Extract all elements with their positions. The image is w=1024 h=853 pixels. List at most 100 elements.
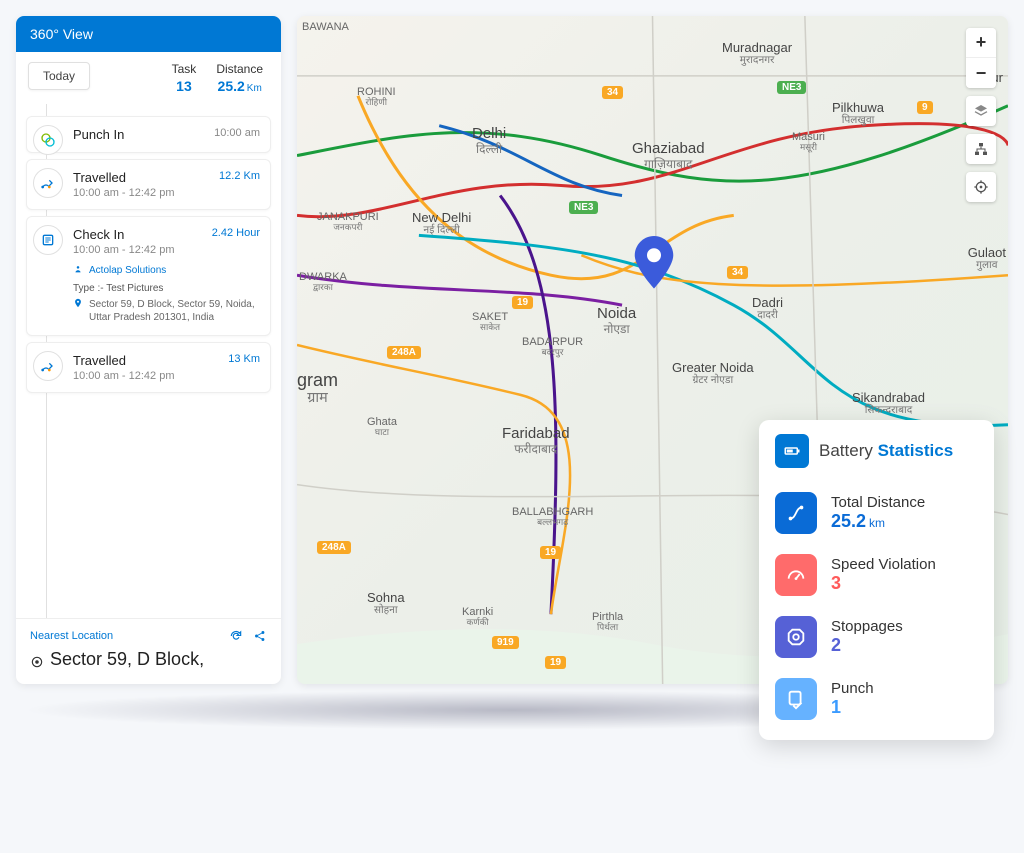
sidebar-header: 360° View xyxy=(16,16,281,52)
road-badge: 919 xyxy=(492,636,519,649)
event-right-value: 10:00 am xyxy=(214,127,260,139)
map-place-gulaot: Gulaotगुलाव xyxy=(968,246,1006,272)
stat-label: Total Distance xyxy=(831,494,925,511)
nearest-location-value: Sector 59, D Block, xyxy=(30,649,267,670)
map-place-saket: SAKETसाकेत xyxy=(472,311,508,333)
map-place-muradnagar: Muradnagarमुरादनगर xyxy=(722,41,792,67)
gauge-icon xyxy=(775,554,817,596)
road-badge: 19 xyxy=(545,656,566,669)
distance-value: 25.2Km xyxy=(216,78,263,94)
stat-label: Speed Violation xyxy=(831,556,936,573)
punch-icon xyxy=(775,678,817,720)
map-place-sikandrabad: Sikandrabadसिकन्दराबाद xyxy=(852,391,925,417)
timeline[interactable]: Punch In 10:00 am Travelled 10:00 am - 1… xyxy=(16,104,281,618)
stat-value: 1 xyxy=(831,697,874,718)
map-place-sohna: Sohnaसोहना xyxy=(367,591,405,617)
map-place-ghata: Ghataघाटा xyxy=(367,416,397,438)
map-place-gram: gramग्राम xyxy=(297,371,338,407)
road-badge: 34 xyxy=(727,266,748,279)
stat-value: 3 xyxy=(831,573,936,594)
event-travelled-2[interactable]: Travelled 10:00 am - 12:42 pm 13 Km xyxy=(26,342,271,393)
locate-button[interactable] xyxy=(966,172,996,202)
event-title: Travelled xyxy=(73,170,175,185)
event-time: 10:00 am - 12:42 pm xyxy=(73,187,175,199)
map-place-ghaziabad: Ghaziabadगाज़ियाबाद xyxy=(632,141,705,171)
event-title: Travelled xyxy=(73,353,175,368)
target-icon xyxy=(30,653,44,667)
stat-stoppages: Stoppages 2 xyxy=(775,606,978,668)
road-badge: 19 xyxy=(512,296,533,309)
event-travelled-1[interactable]: Travelled 10:00 am - 12:42 pm 12.2 Km xyxy=(26,159,271,210)
person-icon xyxy=(73,264,83,279)
event-time: 10:00 am - 12:42 pm xyxy=(73,370,175,382)
sidebar-footer: Nearest Location Sector 59, D Block, xyxy=(16,618,281,684)
type-line: Type :- Test Pictures xyxy=(73,283,260,294)
layers-button[interactable] xyxy=(966,96,996,126)
refresh-icon[interactable] xyxy=(229,629,243,643)
distance-label: Distance xyxy=(216,62,263,76)
checkin-icon xyxy=(33,225,63,255)
stat-value: 25.2km xyxy=(831,511,925,532)
event-title: Check In xyxy=(73,227,175,242)
map-place-pilkhuwa: Pilkhuwaपिलखुवा xyxy=(832,101,884,127)
road-badge: NE3 xyxy=(777,81,806,94)
stats-header: Battery Statistics xyxy=(775,434,978,468)
map-place-badarpur: BADARPURबदरपुर xyxy=(522,336,583,358)
map-place-dadri: Dadriदादरी xyxy=(752,296,783,322)
road-badge: 19 xyxy=(540,546,561,559)
summary-task: Task 13 xyxy=(166,62,203,94)
address-text: Sector 59, D Block, Sector 59, Noida, Ut… xyxy=(89,298,260,325)
task-value: 13 xyxy=(172,78,197,94)
event-details: Actolap Solutions Type :- Test Pictures … xyxy=(73,264,260,325)
hierarchy-button[interactable] xyxy=(966,134,996,164)
zoom-out-button[interactable]: − xyxy=(966,58,996,88)
map-place-masuri: Masuriमसूरी xyxy=(792,131,825,153)
stat-label: Punch xyxy=(831,680,874,697)
stat-total-distance: Total Distance 25.2km xyxy=(775,482,978,544)
summary-distance: Distance 25.2Km xyxy=(210,62,269,94)
summary-row: Today Task 13 Distance 25.2Km xyxy=(16,52,281,104)
event-right-value: 12.2 Km xyxy=(219,170,260,182)
road-badge: 248A xyxy=(387,346,421,359)
route-icon xyxy=(775,492,817,534)
task-label: Task xyxy=(172,62,197,76)
stat-value: 2 xyxy=(831,635,903,656)
zoom-in-button[interactable]: + xyxy=(966,28,996,58)
location-pin-icon xyxy=(73,298,83,313)
punch-in-icon xyxy=(33,125,63,155)
stats-panel: Battery Statistics Total Distance 25.2km… xyxy=(759,420,994,740)
map-place-pirthla: Pirthlaपिर्थला xyxy=(592,611,623,633)
nearest-location-label: Nearest Location xyxy=(30,630,113,642)
road-badge: 9 xyxy=(917,101,933,114)
map-place-delhi: Delhiदिल्ली xyxy=(472,126,506,156)
map-place-ballabhgarh: BALLABHGARHबल्लभगढ़ xyxy=(512,506,593,528)
map-place-karnki: Karnkiकर्णकी xyxy=(462,606,493,628)
event-time: 10:00 am - 12:42 pm xyxy=(73,244,175,256)
map-marker[interactable] xyxy=(633,236,675,288)
map-place-janakpuri: JANAKPURIजनकपरी xyxy=(317,211,379,233)
event-check-in[interactable]: Check In 10:00 am - 12:42 pm 2.42 Hour A… xyxy=(26,216,271,336)
today-filter-chip[interactable]: Today xyxy=(28,62,90,90)
road-badge: NE3 xyxy=(569,201,598,214)
stop-icon xyxy=(775,616,817,658)
stat-label: Stoppages xyxy=(831,618,903,635)
share-icon[interactable] xyxy=(253,629,267,643)
event-right-value: 2.42 Hour xyxy=(212,227,260,239)
map-place-newdelhi: New Delhiनई दिल्ली xyxy=(412,211,471,237)
road-badge: 248A xyxy=(317,541,351,554)
road-badge: 34 xyxy=(602,86,623,99)
map-place-rohini: ROHINIरोहिणी xyxy=(357,86,396,108)
event-punch-in[interactable]: Punch In 10:00 am xyxy=(26,116,271,153)
stats-title: Battery Statistics xyxy=(819,441,953,461)
stat-speed-violation: Speed Violation 3 xyxy=(775,544,978,606)
company-name: Actolap Solutions xyxy=(89,264,166,278)
map-place-dwarka: DWARKAद्वारका xyxy=(299,271,347,293)
travel-icon xyxy=(33,351,63,381)
map-place-faridabad: Faridabadफरीदाबाद xyxy=(502,426,570,456)
sidebar: 360° View Today Task 13 Distance 25.2Km xyxy=(16,16,281,684)
map-place-noida: Noidaनोएडा xyxy=(597,306,636,336)
event-right-value: 13 Km xyxy=(228,353,260,365)
event-title: Punch In xyxy=(73,127,124,142)
battery-icon xyxy=(775,434,809,468)
map-place-bawana: BAWANA xyxy=(302,21,349,33)
